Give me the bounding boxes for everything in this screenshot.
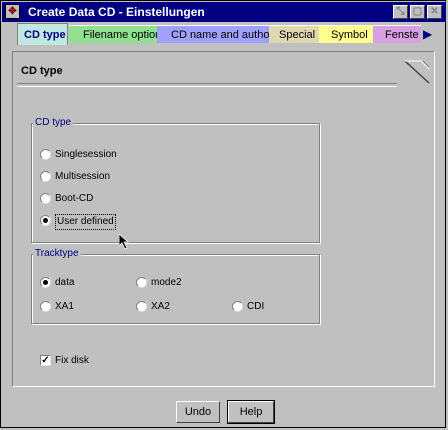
option-label: XA2 bbox=[151, 301, 170, 312]
help-button[interactable]: Help bbox=[227, 400, 275, 424]
tracktype-legend: Tracktype bbox=[33, 248, 81, 259]
radio-button[interactable] bbox=[136, 301, 147, 312]
app-icon[interactable]: ✥ bbox=[5, 4, 20, 19]
tab-cd-name-and-author[interactable]: CD name and author bbox=[157, 25, 273, 43]
tab-label: Symbol bbox=[331, 29, 368, 41]
tab-label: CD type bbox=[24, 29, 66, 41]
tab-label: Fenste bbox=[385, 29, 419, 41]
radio-button[interactable] bbox=[232, 301, 243, 312]
window-title: Create Data CD - Einstellungen bbox=[28, 5, 205, 19]
page-title: CD type bbox=[21, 65, 63, 77]
option-label: XA1 bbox=[55, 301, 74, 312]
checkbox[interactable]: ✓ bbox=[40, 355, 51, 366]
tab-symbol[interactable]: Symbol bbox=[319, 25, 373, 43]
page-corner-icon[interactable] bbox=[403, 59, 431, 85]
title-bar[interactable]: ✥ Create Data CD - Einstellungen ⤡ ▢ ✕ bbox=[2, 2, 446, 22]
tab-cd-type[interactable]: CD type bbox=[17, 23, 68, 45]
tab-label: Filename options bbox=[83, 29, 167, 41]
undo-button[interactable]: Undo bbox=[176, 401, 220, 423]
tab-fenster[interactable]: Fenste bbox=[373, 25, 421, 43]
iconify-icon[interactable]: ⤡ bbox=[393, 5, 408, 19]
radio-button[interactable] bbox=[40, 193, 51, 204]
mouse-pointer-icon bbox=[119, 234, 130, 250]
option-label: Singlesession bbox=[55, 149, 117, 160]
radio-button[interactable] bbox=[40, 171, 51, 182]
radio-button[interactable] bbox=[136, 277, 147, 288]
close-icon[interactable]: ✕ bbox=[427, 5, 442, 19]
option-label: data bbox=[55, 277, 75, 288]
option-label: CDI bbox=[247, 301, 265, 312]
radio-button[interactable] bbox=[40, 215, 51, 226]
option-label: Boot-CD bbox=[55, 193, 94, 204]
tab-strip: CD type Filename options CD name and aut… bbox=[3, 23, 445, 45]
cd-type-legend: CD type bbox=[33, 117, 74, 128]
tab-filename-options[interactable]: Filename options bbox=[69, 25, 167, 43]
option-label: User defined bbox=[55, 214, 116, 230]
option-label: Multisession bbox=[55, 171, 111, 182]
radio-button[interactable] bbox=[40, 301, 51, 312]
zoom-icon[interactable]: ▢ bbox=[410, 5, 425, 19]
checkbox-label: Fix disk bbox=[55, 355, 89, 366]
tab-label: Special bbox=[279, 29, 316, 41]
header-divider bbox=[17, 83, 397, 87]
tab-special[interactable]: Special bbox=[269, 25, 319, 43]
radio-button[interactable] bbox=[40, 277, 51, 288]
tab-label: CD name and author bbox=[171, 29, 274, 41]
option-label: mode2 bbox=[151, 277, 182, 288]
settings-window: ✥ Create Data CD - Einstellungen ⤡ ▢ ✕ C… bbox=[0, 0, 446, 428]
tab-scroll-right-icon[interactable]: ▶ bbox=[423, 27, 435, 41]
radio-button[interactable] bbox=[40, 149, 51, 160]
